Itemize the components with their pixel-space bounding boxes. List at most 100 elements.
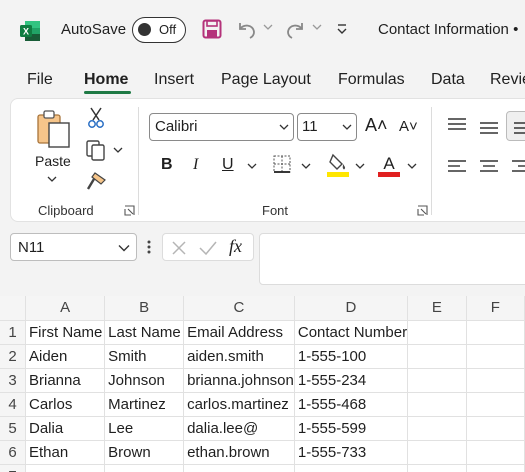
align-right-icon[interactable] (511, 159, 525, 175)
row-header[interactable]: 1 (0, 320, 26, 345)
column-header-e[interactable]: E (407, 296, 467, 321)
column-header-a[interactable]: A (25, 296, 106, 321)
clipboard-launcher-icon[interactable] (124, 205, 135, 216)
row-header[interactable]: 6 (0, 440, 26, 465)
save-icon[interactable] (202, 19, 222, 39)
font-launcher-icon[interactable] (417, 205, 428, 216)
row-header[interactable]: 2 (0, 344, 26, 369)
tab-data[interactable]: Data (431, 71, 465, 89)
fill-color-icon[interactable] (327, 152, 349, 178)
document-title[interactable]: Contact Information • (378, 21, 518, 38)
fill-color-dropdown-icon[interactable] (355, 162, 365, 170)
tab-insert[interactable]: Insert (154, 71, 194, 89)
cell[interactable] (466, 392, 525, 417)
borders-icon[interactable] (273, 155, 291, 173)
copy-dropdown-icon[interactable] (113, 146, 123, 154)
italic-button[interactable]: I (193, 156, 198, 174)
align-left-icon[interactable] (447, 159, 467, 175)
cell[interactable]: Ethan (25, 440, 106, 465)
align-bottom-button[interactable] (506, 111, 525, 141)
cell[interactable]: dalia.lee@ (183, 416, 295, 441)
row-header[interactable]: 4 (0, 392, 26, 417)
align-top-icon[interactable] (447, 117, 467, 133)
tab-formulas[interactable]: Formulas (338, 71, 405, 89)
column-header-d[interactable]: D (294, 296, 409, 321)
chevron-down-icon[interactable] (118, 244, 130, 252)
cell[interactable]: brianna.johnson (183, 368, 295, 393)
cell[interactable]: Martinez (104, 392, 185, 417)
increase-font-size-button[interactable]: A˄ (365, 115, 388, 136)
cell[interactable]: 1-555-599 (294, 416, 409, 441)
row-header[interactable]: 7 (0, 464, 26, 472)
tab-file[interactable]: File (27, 71, 53, 89)
tab-review[interactable]: Revie (490, 71, 525, 89)
cell[interactable]: 1-555-100 (294, 344, 409, 369)
cell[interactable]: ethan.brown (183, 440, 295, 465)
cell[interactable]: Email Address (183, 320, 295, 345)
tab-home[interactable]: Home (84, 71, 128, 89)
cell[interactable]: Brown (104, 440, 185, 465)
name-box[interactable]: N11 (10, 233, 137, 261)
cell[interactable] (466, 440, 525, 465)
cell[interactable] (466, 464, 525, 472)
underline-dropdown-icon[interactable] (247, 162, 257, 170)
cell[interactable] (104, 464, 185, 472)
font-color-icon[interactable]: A (378, 152, 400, 178)
cell[interactable]: carlos.martinez (183, 392, 295, 417)
cell[interactable] (466, 344, 525, 369)
formula-input[interactable] (259, 233, 525, 285)
redo-icon[interactable] (284, 20, 306, 40)
decrease-font-size-button[interactable]: A˅ (399, 118, 418, 135)
cell[interactable] (294, 464, 409, 472)
cell[interactable]: Aiden (25, 344, 106, 369)
cell[interactable]: Lee (104, 416, 185, 441)
paste-label[interactable]: Paste (35, 153, 71, 169)
cell[interactable] (407, 368, 467, 393)
cut-icon[interactable] (87, 107, 105, 129)
font-name-select[interactable]: Calibri (149, 113, 294, 141)
font-color-dropdown-icon[interactable] (407, 162, 417, 170)
align-middle-icon[interactable] (479, 119, 499, 135)
cell[interactable] (407, 320, 467, 345)
insert-function-button[interactable]: fx (229, 236, 242, 257)
select-all-corner[interactable] (0, 296, 26, 321)
cell[interactable]: aiden.smith (183, 344, 295, 369)
cell[interactable] (407, 344, 467, 369)
cell[interactable]: Dalia (25, 416, 106, 441)
customize-toolbar-icon[interactable] (336, 22, 348, 36)
cell[interactable] (407, 464, 467, 472)
paste-dropdown-icon[interactable] (47, 175, 57, 183)
undo-icon[interactable] (236, 20, 258, 40)
borders-dropdown-icon[interactable] (301, 162, 311, 170)
cell[interactable]: Smith (104, 344, 185, 369)
cell[interactable]: Last Name (104, 320, 185, 345)
undo-dropdown-icon[interactable] (263, 23, 273, 31)
copy-icon[interactable] (85, 139, 107, 161)
more-options-icon[interactable] (147, 239, 151, 255)
cell[interactable] (25, 464, 106, 472)
underline-button[interactable]: U (222, 156, 234, 174)
cell[interactable] (407, 416, 467, 441)
bold-button[interactable]: B (161, 156, 173, 174)
row-header[interactable]: 5 (0, 416, 26, 441)
row-header[interactable]: 3 (0, 368, 26, 393)
paste-icon[interactable] (35, 109, 73, 149)
cell[interactable]: 1-555-733 (294, 440, 409, 465)
cell[interactable] (407, 440, 467, 465)
cell[interactable]: Carlos (25, 392, 106, 417)
column-header-b[interactable]: B (104, 296, 185, 321)
cell[interactable]: Johnson (104, 368, 185, 393)
cell[interactable] (466, 368, 525, 393)
cell[interactable] (407, 392, 467, 417)
font-size-select[interactable]: 11 (297, 113, 357, 141)
align-center-icon[interactable] (479, 159, 499, 175)
column-header-f[interactable]: F (466, 296, 525, 321)
autosave-toggle[interactable]: Off (132, 17, 186, 43)
cell[interactable] (183, 464, 295, 472)
cell[interactable]: Brianna (25, 368, 106, 393)
enter-icon[interactable] (199, 240, 217, 256)
cell[interactable]: Contact Number (294, 320, 409, 345)
cell[interactable]: 1-555-234 (294, 368, 409, 393)
cell[interactable] (466, 416, 525, 441)
format-painter-icon[interactable] (85, 171, 107, 193)
